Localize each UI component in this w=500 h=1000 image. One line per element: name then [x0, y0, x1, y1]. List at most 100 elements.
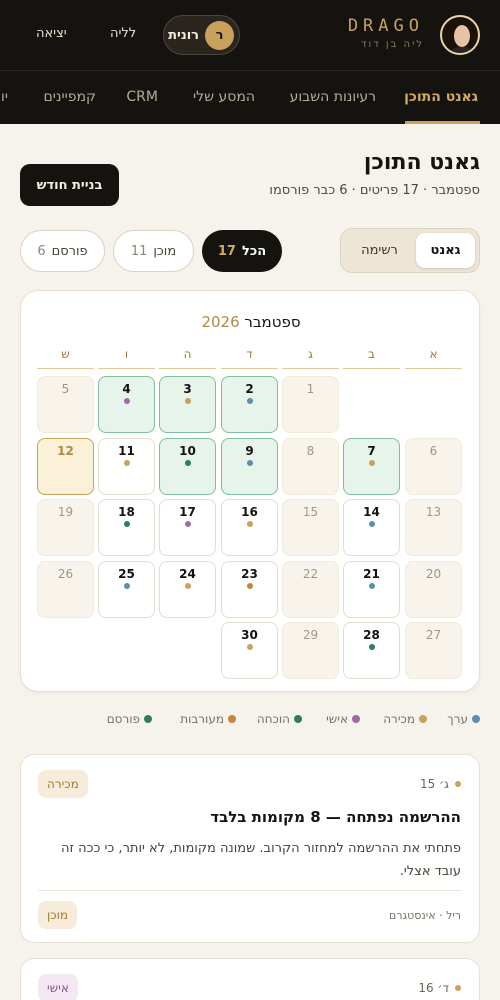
post-category-dot [455, 985, 461, 991]
calendar-day-29[interactable]: 29 [282, 622, 339, 679]
calendar-day-10[interactable]: 10 [159, 438, 216, 495]
legend-label: מכירה [383, 712, 415, 726]
calendar-day-number: 27 [425, 628, 442, 642]
category-dot [124, 521, 130, 527]
legend-item-personal: אישי [326, 712, 360, 726]
legend-label: מעורבות [180, 712, 224, 726]
calendar-day-9[interactable]: 9 [221, 438, 278, 495]
filter-all[interactable]: הכל 17 [202, 230, 282, 272]
category-dot [369, 583, 375, 589]
post-meta: ריל · אינסטגרם [389, 909, 461, 922]
calendar-day-28[interactable]: 28 [343, 622, 400, 679]
calendar-day-5[interactable]: 5 [37, 376, 94, 433]
tab-crm[interactable]: CRM [126, 89, 158, 105]
category-dot [247, 398, 253, 404]
tab-my-journey[interactable]: המסע שלי [193, 89, 255, 105]
category-dot [247, 521, 253, 527]
calendar-day-number: 1 [306, 382, 315, 396]
calendar-day-number: 3 [183, 382, 192, 396]
calendar-day-23[interactable]: 23 [221, 561, 278, 618]
calendar-day-number: 8 [306, 444, 315, 458]
calendar-day-30[interactable]: 30 [221, 622, 278, 679]
calendar-day-number: 25 [118, 567, 135, 581]
calendar-day-27[interactable]: 27 [405, 622, 462, 679]
calendar-day-20[interactable]: 20 [405, 561, 462, 618]
legend-item-value: ערך [447, 712, 480, 726]
calendar-day-8[interactable]: 8 [282, 438, 339, 495]
calendar-day-number: 30 [241, 628, 258, 642]
calendar-day-21[interactable]: 21 [343, 561, 400, 618]
night-mode-link[interactable]: לליה [110, 26, 136, 41]
brand-logo: DRAGO [347, 16, 424, 36]
legend-item-sale: מכירה [383, 712, 427, 726]
calendar-day-15[interactable]: 15 [282, 499, 339, 556]
calendar-day-number: 16 [241, 505, 258, 519]
calendar-day-number: 22 [302, 567, 319, 581]
calendar-day-7[interactable]: 7 [343, 438, 400, 495]
calendar-day-11[interactable]: 11 [98, 438, 155, 495]
calendar-day-3[interactable]: 3 [159, 376, 216, 433]
calendar-day-26[interactable]: 26 [37, 561, 94, 618]
filter-all-label: הכל [241, 243, 267, 259]
calendar-day-16[interactable]: 16 [221, 499, 278, 556]
calendar-day-number: 20 [425, 567, 442, 581]
post-card[interactable]: ד׳ 16 אישי [20, 958, 480, 1000]
legend-dot [472, 715, 480, 723]
post-status-badge[interactable]: מוכן [38, 901, 78, 929]
calendar-day-22[interactable]: 22 [282, 561, 339, 618]
calendar-day-number: 10 [179, 444, 196, 458]
user-pill[interactable]: ר רונית [163, 15, 240, 55]
tab-overflow[interactable]: יו [1, 89, 8, 105]
avatar[interactable] [440, 15, 480, 55]
calendar-day-18[interactable]: 18 [98, 499, 155, 556]
weekday-label: ש [61, 347, 70, 361]
calendar-day-6[interactable]: 6 [405, 438, 462, 495]
post-date: ד׳ 16 [418, 981, 461, 995]
calendar-year: 2026 [201, 313, 240, 331]
category-dot [124, 583, 130, 589]
calendar-day-17[interactable]: 17 [159, 499, 216, 556]
filter-ready[interactable]: מוכן 11 [113, 230, 194, 272]
post-tag: אישי [38, 974, 78, 1000]
page-title: גאנט התוכן [363, 150, 480, 175]
main-nav: גאנט התוכן רעיונות השבוע המסע שלי CRM קמ… [0, 70, 500, 124]
category-dot [185, 398, 191, 404]
legend-dot [144, 715, 152, 723]
weekday-underline [98, 368, 155, 369]
calendar-day-number: 7 [367, 444, 376, 458]
calendar-day-1[interactable]: 1 [282, 376, 339, 433]
tab-content-gantt[interactable]: גאנט התוכן [404, 89, 478, 105]
calendar-day-2[interactable]: 2 [221, 376, 278, 433]
calendar-day-number: 13 [425, 505, 442, 519]
calendar-day-number: 4 [122, 382, 131, 396]
calendar-day-13[interactable]: 13 [405, 499, 462, 556]
brand: DRAGO ליה בן דוד [348, 16, 424, 50]
legend-dot [419, 715, 427, 723]
view-list-button[interactable]: רשימה [346, 233, 413, 268]
category-dot [124, 460, 130, 466]
tab-campaigns[interactable]: קמפיינים [44, 89, 96, 105]
view-gantt-button[interactable]: גאנט [416, 233, 475, 268]
weekday-underline [221, 368, 278, 369]
category-dot [247, 460, 253, 466]
category-legend: ערך מכירה אישי הוכחה מעורבות פורסם [20, 712, 480, 728]
post-category-dot [455, 781, 461, 787]
calendar-day-4[interactable]: 4 [98, 376, 155, 433]
calendar-day-24[interactable]: 24 [159, 561, 216, 618]
category-dot [369, 521, 375, 527]
calendar-month: ספטמבר [244, 313, 301, 331]
view-toggle: גאנט רשימה [340, 228, 480, 273]
weekday-label: ג [308, 347, 313, 361]
filter-published[interactable]: פורסם 6 [20, 230, 105, 272]
calendar-day-19[interactable]: 19 [37, 499, 94, 556]
calendar-day-12[interactable]: 12 [37, 438, 94, 495]
weekday-underline [405, 368, 462, 369]
calendar-day-25[interactable]: 25 [98, 561, 155, 618]
logout-link[interactable]: יציאה [36, 26, 67, 41]
calendar-day-number: 2 [245, 382, 254, 396]
tab-weekly-ideas[interactable]: רעיונות השבוע [290, 89, 376, 105]
post-card[interactable]: ג׳ 15 מכירה ההרשמה נפתחה — 8 מקומות בלבד… [20, 754, 480, 943]
calendar-day-14[interactable]: 14 [343, 499, 400, 556]
weekday-underline [37, 368, 94, 369]
build-month-button[interactable]: בניית חודש [20, 164, 119, 206]
